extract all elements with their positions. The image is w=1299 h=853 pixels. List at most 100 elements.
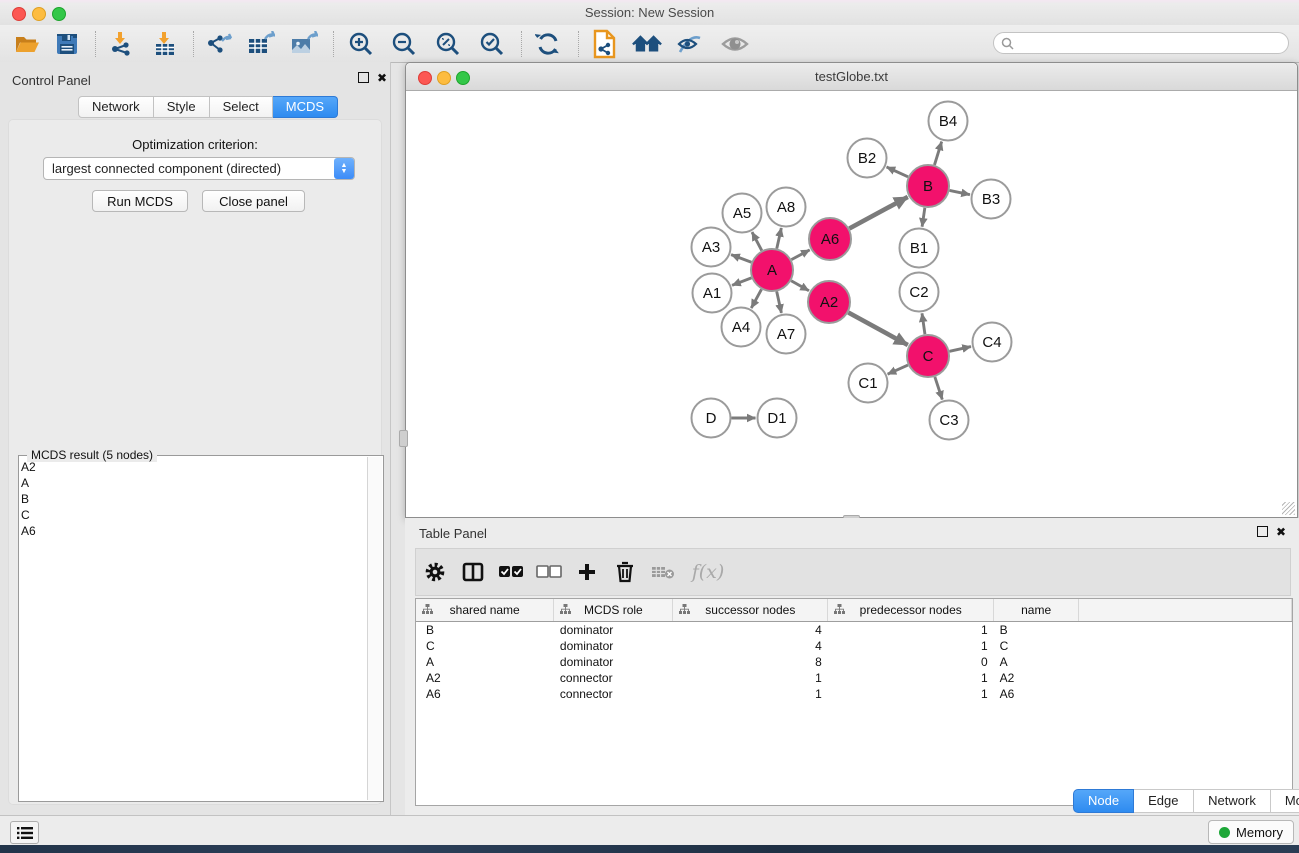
mcds-result-list[interactable]: A2ABCA6: [21, 459, 363, 539]
table-row[interactable]: Cdominator41C: [416, 638, 1292, 654]
column-header-shared-name[interactable]: shared name: [416, 599, 554, 622]
create-column-plus-icon[interactable]: [568, 555, 606, 589]
table-float-panel-icon[interactable]: [1257, 526, 1268, 540]
search-input[interactable]: [1018, 35, 1272, 51]
tab-mcds[interactable]: MCDS: [273, 96, 338, 118]
mcds-result-box: MCDS result (5 nodes) A2ABCA6: [18, 455, 384, 802]
float-panel-icon[interactable]: [358, 72, 369, 86]
column-header-predecessor-nodes[interactable]: predecessor nodes: [828, 599, 994, 622]
table-options-gear-icon[interactable]: [416, 555, 454, 589]
toolbar-separator: [578, 31, 579, 57]
graph-edge-A-A1[interactable]: [732, 278, 751, 285]
graph-node-label: C2: [909, 284, 928, 301]
graph-edge-A-A5[interactable]: [752, 232, 762, 251]
export-table-icon[interactable]: [246, 30, 276, 58]
tab-node-table[interactable]: Node Table: [1073, 789, 1134, 813]
graph-edge-A6-B[interactable]: [849, 197, 907, 229]
table-row[interactable]: Adominator80A: [416, 654, 1292, 670]
deselect-all-columns-icon[interactable]: [530, 555, 568, 589]
hide-panels-icon[interactable]: [675, 30, 705, 58]
close-panel-icon[interactable]: ✖: [377, 71, 387, 85]
graph-edge-C-C3[interactable]: [935, 377, 942, 400]
function-builder-icon[interactable]: f(x): [682, 555, 734, 589]
optimization-criterion-dropdown[interactable]: largest connected component (directed) ▲…: [43, 157, 355, 180]
column-header-successor-nodes[interactable]: successor nodes: [673, 599, 828, 622]
show-column-icon[interactable]: [454, 555, 492, 589]
graph-edge-B-B2[interactable]: [887, 167, 908, 177]
graph-edge-B-B3[interactable]: [950, 190, 970, 194]
export-image-icon[interactable]: [289, 30, 319, 58]
column-header-name[interactable]: name: [994, 599, 1079, 622]
graph-node-label: D: [706, 410, 717, 427]
control-panel-title: Control Panel: [12, 73, 91, 88]
graph-node-label: A7: [777, 326, 795, 343]
tab-edge-table[interactable]: Edge Table: [1134, 789, 1194, 813]
tab-style[interactable]: Style: [154, 96, 210, 118]
result-scrollbar[interactable]: [367, 457, 382, 800]
graph-edge-C-C2[interactable]: [922, 313, 925, 334]
run-mcds-button[interactable]: Run MCDS: [92, 190, 188, 212]
mcds-result-item[interactable]: C: [21, 507, 363, 523]
mcds-result-item[interactable]: A6: [21, 523, 363, 539]
optimization-criterion-label: Optimization criterion:: [8, 137, 382, 152]
graph-node-label: A5: [733, 205, 751, 222]
graph-node-label: C4: [982, 334, 1001, 351]
status-bar: Memory: [0, 815, 1299, 846]
table-row[interactable]: Bdominator41B: [416, 622, 1292, 639]
zoom-out-icon[interactable]: [389, 30, 419, 58]
graph-edge-A-A7[interactable]: [777, 291, 782, 313]
graph-edge-C-C4[interactable]: [949, 347, 971, 352]
new-network-from-file-icon[interactable]: [590, 30, 620, 58]
select-all-columns-icon[interactable]: [492, 555, 530, 589]
window-resize-grip[interactable]: [1282, 502, 1295, 515]
graph-edge-B-B4[interactable]: [934, 142, 941, 165]
import-table-icon[interactable]: [150, 30, 180, 58]
zoom-selected-icon[interactable]: [477, 30, 507, 58]
memory-label: Memory: [1236, 825, 1283, 840]
tab-network-table[interactable]: Network Table: [1194, 789, 1271, 813]
delete-table-icon[interactable]: [644, 555, 682, 589]
graph-edge-A2-C[interactable]: [848, 313, 907, 345]
toolbar-separator: [95, 31, 96, 57]
search-box[interactable]: [993, 32, 1289, 54]
table-row[interactable]: A6connector11A6: [416, 686, 1292, 702]
column-header-MCDS-role[interactable]: MCDS role: [554, 599, 673, 622]
graph-edge-A-A2[interactable]: [791, 281, 809, 291]
mcds-result-item[interactable]: B: [21, 491, 363, 507]
tab-select[interactable]: Select: [210, 96, 273, 118]
open-file-icon[interactable]: [12, 30, 42, 58]
network-graph-canvas[interactable]: B4B2BB3A5A8A6A3B1AA1C2A2A4A7C4CC1C3DD1: [407, 91, 1296, 516]
toolbar-separator: [521, 31, 522, 57]
graph-node-label: A2: [820, 294, 838, 311]
delete-columns-trash-icon[interactable]: [606, 555, 644, 589]
mcds-result-item[interactable]: A: [21, 475, 363, 491]
graph-edge-A-A6[interactable]: [791, 250, 809, 260]
graph-node-label: A: [767, 262, 777, 279]
zoom-in-icon[interactable]: [346, 30, 376, 58]
memory-button[interactable]: Memory: [1208, 820, 1294, 844]
home-layout-icon[interactable]: [632, 30, 662, 58]
dropdown-stepper-icon: ▲▼: [334, 158, 354, 179]
task-history-button[interactable]: [10, 821, 39, 844]
table-row[interactable]: A2connector11A2: [416, 670, 1292, 686]
export-network-icon[interactable]: [204, 30, 234, 58]
refresh-layout-icon[interactable]: [533, 30, 563, 58]
close-panel-button[interactable]: Close panel: [202, 190, 305, 212]
graph-node-label: A4: [732, 319, 750, 336]
split-divider-handle-vertical[interactable]: [399, 430, 408, 447]
graph-edge-A-A3[interactable]: [731, 255, 751, 263]
import-network-icon[interactable]: [106, 30, 136, 58]
mcds-result-item[interactable]: A2: [21, 459, 363, 475]
network-window-titlebar[interactable]: testGlobe.txt: [406, 63, 1297, 91]
show-graphics-details-icon[interactable]: [720, 30, 750, 58]
table-close-panel-icon[interactable]: ✖: [1276, 525, 1286, 539]
graph-edge-A-A8[interactable]: [777, 228, 782, 249]
graph-edge-A-A4[interactable]: [751, 289, 761, 308]
save-session-icon[interactable]: [52, 30, 82, 58]
graph-edge-B-B1[interactable]: [922, 208, 925, 227]
zoom-fit-icon[interactable]: [433, 30, 463, 58]
tab-network[interactable]: Network: [78, 96, 154, 118]
tab-motifs[interactable]: Motifs: [1271, 789, 1299, 813]
graph-edge-C-C1[interactable]: [888, 365, 908, 374]
graph-node-label: B: [923, 178, 933, 195]
